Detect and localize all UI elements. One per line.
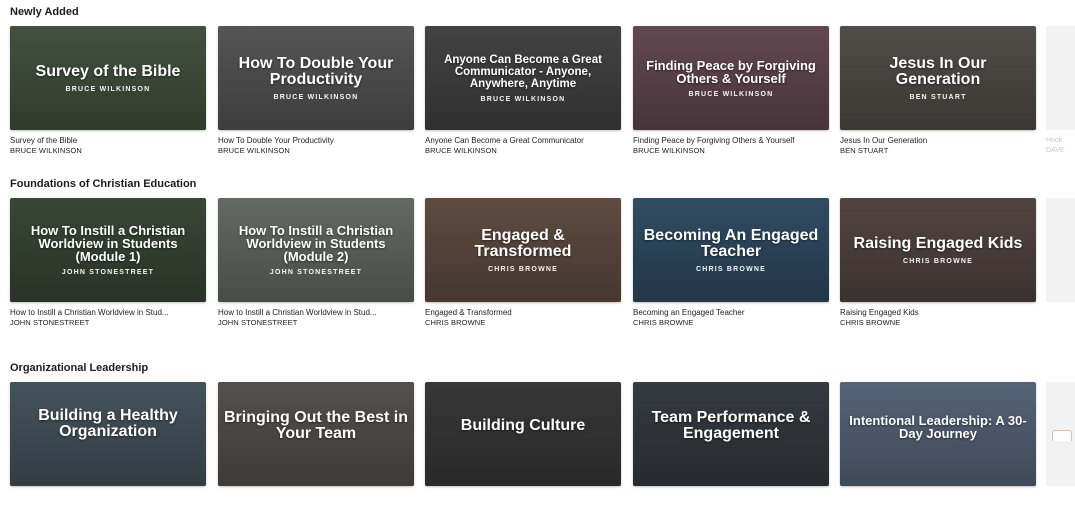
course-author: BRUCE WILKINSON xyxy=(10,146,82,155)
thumbnail-author: CHRIS BROWNE xyxy=(695,265,766,273)
course-title[interactable]: Engaged & Transformed xyxy=(425,308,621,318)
thumbnail-title: Raising Engaged Kids xyxy=(853,234,1023,252)
next-card-peek-title: Hook xyxy=(1046,137,1063,144)
thumbnail-overlay: Engaged & Transformed CHRIS BROWNE xyxy=(431,198,615,302)
course-card[interactable]: Finding Peace by Forgiving Others & Your… xyxy=(633,26,829,156)
thumbnail-title: Building Culture xyxy=(460,417,586,434)
course-thumbnail[interactable]: Building a Healthy Organization xyxy=(10,382,206,486)
course-title[interactable]: Survey of the Bible xyxy=(10,136,206,146)
course-title[interactable]: Raising Engaged Kids xyxy=(840,308,1036,318)
course-author: BRUCE WILKINSON xyxy=(633,146,705,155)
course-card[interactable]: Intentional Leadership: A 30-Day Journey xyxy=(840,382,1036,486)
thumbnail-title: Intentional Leadership: A 30-Day Journey xyxy=(849,413,1027,441)
thumbnail-overlay: Intentional Leadership: A 30-Day Journey xyxy=(846,382,1030,486)
course-card[interactable]: Bringing Out the Best in Your Team xyxy=(218,382,414,486)
thumbnail-overlay: Bringing Out the Best in Your Team xyxy=(224,382,408,486)
thumbnail-title: Becoming An Engaged Teacher xyxy=(643,226,819,260)
section-title: Newly Added xyxy=(10,6,79,18)
course-title[interactable]: Jesus In Our Generation xyxy=(840,136,1036,146)
course-author: JOHN STONESTREET xyxy=(10,318,90,327)
course-card[interactable]: Jesus In Our Generation BEN STUART Jesus… xyxy=(840,26,1036,156)
next-card-peek-author: DAVE xyxy=(1046,147,1065,154)
course-thumbnail[interactable]: Raising Engaged Kids CHRIS BROWNE xyxy=(840,198,1036,302)
course-title[interactable]: How to Instill a Christian Worldview in … xyxy=(218,308,414,318)
course-thumbnail[interactable]: Finding Peace by Forgiving Others & Your… xyxy=(633,26,829,130)
course-thumbnail[interactable]: Jesus In Our Generation BEN STUART xyxy=(840,26,1036,130)
thumbnail-title: How To Instill a Christian Worldview in … xyxy=(238,223,394,264)
thumbnail-author: BEN STUART xyxy=(909,93,967,101)
course-thumbnail[interactable]: Intentional Leadership: A 30-Day Journey xyxy=(840,382,1036,486)
thumbnail-overlay: How To Instill a Christian Worldview in … xyxy=(224,198,408,302)
course-card[interactable]: Engaged & Transformed CHRIS BROWNE Engag… xyxy=(425,198,621,328)
course-card[interactable]: How To Double Your Productivity BRUCE WI… xyxy=(218,26,414,156)
course-title[interactable]: Becoming an Engaged Teacher xyxy=(633,308,829,318)
thumbnail-author: JOHN STONESTREET xyxy=(269,269,363,276)
thumbnail-overlay: Jesus In Our Generation BEN STUART xyxy=(846,26,1030,130)
thumbnail-title: How To Instill a Christian Worldview in … xyxy=(30,223,186,264)
thumbnail-overlay: Raising Engaged Kids CHRIS BROWNE xyxy=(846,198,1030,302)
thumbnail-title: How To Double Your Productivity xyxy=(238,54,394,88)
course-thumbnail[interactable]: How To Instill a Christian Worldview in … xyxy=(218,198,414,302)
section-title: Foundations of Christian Education xyxy=(10,178,197,190)
thumbnail-author: BRUCE WILKINSON xyxy=(480,95,566,103)
thumbnail-overlay: How To Instill a Christian Worldview in … xyxy=(16,198,200,302)
course-thumbnail[interactable]: Anyone Can Become a Great Communicator -… xyxy=(425,26,621,130)
thumbnail-title: Building a Healthy Organization xyxy=(38,407,178,440)
course-card[interactable]: How To Instill a Christian Worldview in … xyxy=(10,198,206,328)
next-card-peek[interactable] xyxy=(1046,198,1075,302)
course-card[interactable]: Building a Healthy Organization xyxy=(10,382,206,486)
thumbnail-overlay: How To Double Your Productivity BRUCE WI… xyxy=(224,26,408,130)
thumbnail-author: BRUCE WILKINSON xyxy=(688,90,774,98)
thumbnail-overlay: Team Performance & Engagement xyxy=(639,382,823,486)
thumbnail-author: BRUCE WILKINSON xyxy=(273,93,359,101)
course-author: CHRIS BROWNE xyxy=(633,318,694,327)
thumbnail-overlay: Becoming An Engaged Teacher CHRIS BROWNE xyxy=(639,198,823,302)
thumbnail-author: BRUCE WILKINSON xyxy=(65,85,151,93)
course-author: BRUCE WILKINSON xyxy=(425,146,497,155)
thumbnail-overlay: Building a Healthy Organization xyxy=(16,382,200,486)
course-title[interactable]: How to Instill a Christian Worldview in … xyxy=(10,308,206,318)
thumbnail-overlay: Building Culture xyxy=(431,382,615,486)
course-card[interactable]: How To Instill a Christian Worldview in … xyxy=(218,198,414,328)
course-thumbnail[interactable]: Survey of the Bible BRUCE WILKINSON xyxy=(10,26,206,130)
course-thumbnail[interactable]: How To Instill a Christian Worldview in … xyxy=(10,198,206,302)
course-thumbnail[interactable]: How To Double Your Productivity BRUCE WI… xyxy=(218,26,414,130)
course-card[interactable]: Survey of the Bible BRUCE WILKINSON Surv… xyxy=(10,26,206,156)
course-card[interactable]: Raising Engaged Kids CHRIS BROWNE Raisin… xyxy=(840,198,1036,328)
thumbnail-title: Engaged & Transformed xyxy=(474,226,572,260)
course-title[interactable]: Anyone Can Become a Great Communicator xyxy=(425,136,621,146)
course-title[interactable]: Finding Peace by Forgiving Others & Your… xyxy=(633,136,829,146)
thumbnail-author: JOHN STONESTREET xyxy=(61,269,155,276)
thumbnail-title: Bringing Out the Best in Your Team xyxy=(224,409,408,442)
corner-widget[interactable] xyxy=(1052,430,1072,441)
course-card[interactable]: Becoming An Engaged Teacher CHRIS BROWNE… xyxy=(633,198,829,328)
course-author: JOHN STONESTREET xyxy=(218,318,298,327)
course-author: CHRIS BROWNE xyxy=(840,318,901,327)
thumbnail-title: Finding Peace by Forgiving Others & Your… xyxy=(646,57,816,86)
thumbnail-author: CHRIS BROWNE xyxy=(902,257,973,265)
thumbnail-title: Survey of the Bible xyxy=(35,62,181,80)
course-title[interactable]: How To Double Your Productivity xyxy=(218,136,414,146)
thumbnail-overlay: Anyone Can Become a Great Communicator -… xyxy=(431,26,615,130)
course-thumbnail[interactable]: Engaged & Transformed CHRIS BROWNE xyxy=(425,198,621,302)
course-card[interactable]: Team Performance & Engagement xyxy=(633,382,829,486)
course-author: CHRIS BROWNE xyxy=(425,318,486,327)
thumbnail-title: Jesus In Our Generation xyxy=(889,54,987,88)
thumbnail-overlay: Finding Peace by Forgiving Others & Your… xyxy=(639,26,823,130)
section-title: Organizational Leadership xyxy=(10,362,149,374)
course-card[interactable]: Anyone Can Become a Great Communicator -… xyxy=(425,26,621,156)
course-thumbnail[interactable]: Building Culture xyxy=(425,382,621,486)
thumbnail-author: CHRIS BROWNE xyxy=(487,265,558,273)
thumbnail-title: Team Performance & Engagement xyxy=(651,409,811,442)
thumbnail-title: Anyone Can Become a Great Communicator -… xyxy=(444,53,602,90)
course-thumbnail[interactable]: Becoming An Engaged Teacher CHRIS BROWNE xyxy=(633,198,829,302)
next-card-peek[interactable] xyxy=(1046,26,1075,130)
course-author: BEN STUART xyxy=(840,146,889,155)
course-thumbnail[interactable]: Bringing Out the Best in Your Team xyxy=(218,382,414,486)
course-card[interactable]: Building Culture xyxy=(425,382,621,486)
thumbnail-overlay: Survey of the Bible BRUCE WILKINSON xyxy=(16,26,200,130)
course-thumbnail[interactable]: Team Performance & Engagement xyxy=(633,382,829,486)
course-author: BRUCE WILKINSON xyxy=(218,146,290,155)
